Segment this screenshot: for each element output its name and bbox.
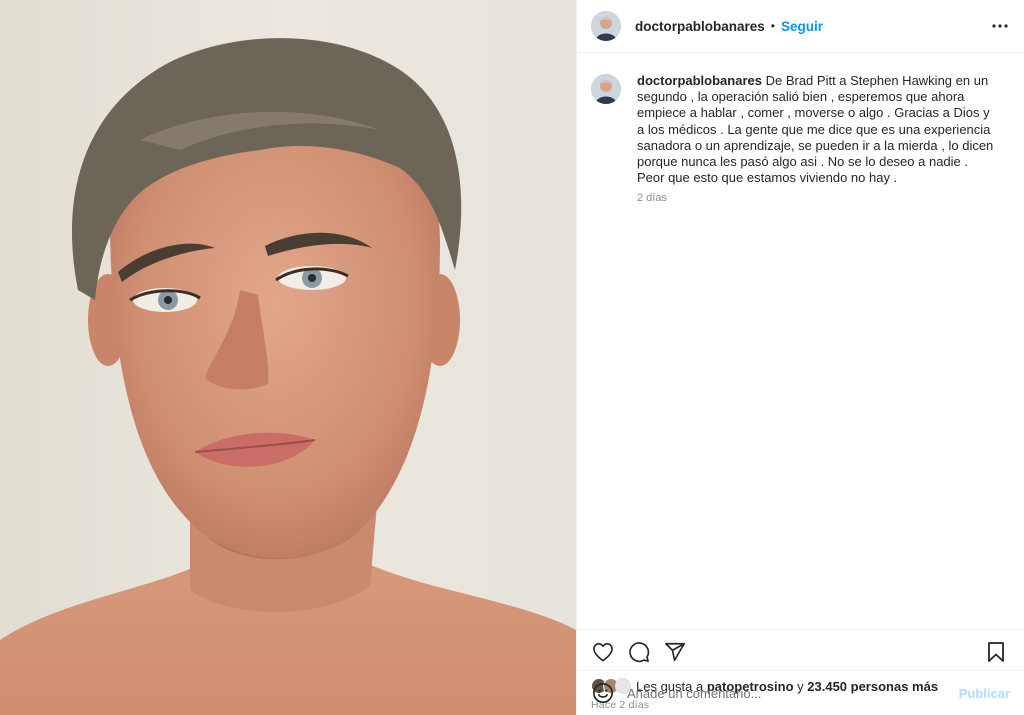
heart-icon — [593, 642, 613, 661]
bookmark-icon — [988, 641, 1004, 662]
more-options-icon[interactable] — [988, 14, 1012, 38]
caption-body: doctorpablobanares De Brad Pitt a Stephe… — [637, 73, 997, 204]
instagram-post: doctorpablobanares • Seguir doctorpablob… — [0, 0, 1024, 715]
separator-dot: • — [770, 19, 775, 33]
action-bar — [577, 629, 1024, 673]
portrait-illustration — [0, 0, 576, 715]
emoji-icon[interactable] — [591, 681, 615, 705]
comments-area: doctorpablobanares De Brad Pitt a Stephe… — [577, 53, 1024, 629]
post-photo[interactable] — [0, 0, 576, 715]
author-username[interactable]: doctorpablobanares — [635, 19, 765, 34]
caption-text: De Brad Pitt a Stephen Hawking en un seg… — [637, 73, 994, 186]
post-side-panel: doctorpablobanares • Seguir doctorpablob… — [576, 0, 1024, 715]
post-header: doctorpablobanares • Seguir — [577, 0, 1024, 53]
comment-button[interactable] — [625, 638, 653, 666]
caption-text-block: doctorpablobanares De Brad Pitt a Stephe… — [637, 73, 997, 186]
caption-username[interactable]: doctorpablobanares — [637, 73, 762, 88]
paper-plane-icon — [665, 642, 685, 661]
add-comment-bar: Publicar — [577, 670, 1024, 715]
save-button[interactable] — [982, 638, 1010, 666]
publish-button[interactable]: Publicar — [959, 686, 1010, 701]
caption: doctorpablobanares De Brad Pitt a Stephe… — [591, 73, 1008, 204]
comment-input[interactable] — [627, 685, 959, 701]
follow-button[interactable]: Seguir — [781, 19, 823, 34]
caption-timestamp[interactable]: 2 días — [637, 192, 997, 204]
caption-avatar[interactable] — [591, 74, 621, 104]
like-button[interactable] — [589, 638, 617, 666]
author-avatar[interactable] — [591, 11, 621, 41]
share-button[interactable] — [661, 638, 689, 666]
comment-bubble-icon — [629, 641, 650, 662]
